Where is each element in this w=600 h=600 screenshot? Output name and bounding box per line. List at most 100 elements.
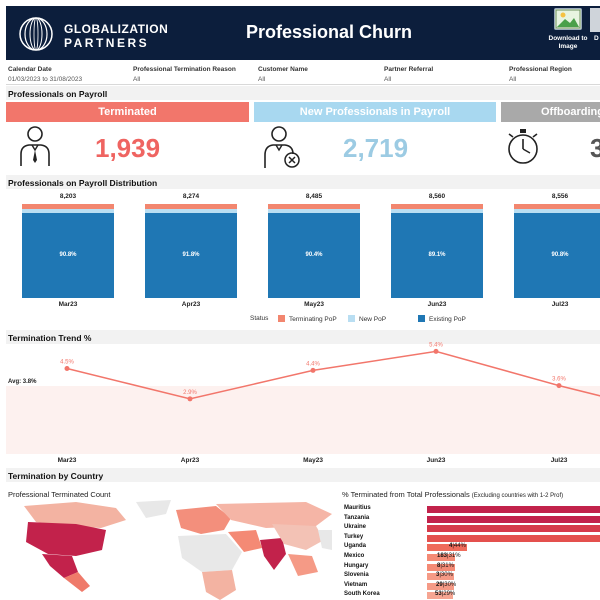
rank-country-name: Ukraine [344,524,367,531]
filter-customer-name[interactable]: Customer Name All [258,66,308,83]
rank-country-name: Mexico [344,553,365,559]
kpi-offboarding-band: Offboarding [501,102,600,122]
filter-professional-region[interactable]: Professional Region All [509,66,572,83]
filter-label: Partner Referral [384,66,434,73]
download-image-label[interactable]: Download to Image [548,35,588,51]
bar-total-label: 8,560 [428,193,446,200]
trend-data-label: 5.4% [429,342,443,348]
dashboard-root: GLOBALIZATION PARTNERS Professional Chur… [0,0,600,600]
bar-data-label: 90.8% [551,252,569,258]
kpi-offboarding-value: 3 [590,133,600,163]
filter-value[interactable]: All [133,76,236,83]
rank-country-name: South Korea [344,591,380,598]
brand-name-line1: GLOBALIZATION [64,22,169,36]
image-icon [555,9,581,29]
legend-title: Status [250,315,269,322]
legend-item-terminating[interactable]: Terminating PoP [278,315,337,323]
legend-label: New PoP [359,316,387,323]
employee-icon [20,126,50,166]
bar-category-label: Jun23 [427,301,447,308]
world-map[interactable] [6,500,336,600]
bar-category-label: Apr23 [181,301,201,308]
bar-category-label: Jul23 [551,301,569,308]
bar-total-label: 8,274 [182,193,200,200]
bar-data-label: 91.8% [182,252,200,258]
trend-data-label: 4.5% [60,360,74,366]
trend-point[interactable] [310,367,316,373]
rank-bar[interactable] [427,506,600,513]
trend-series-line[interactable] [66,350,600,400]
trend-category-label: Mar23 [57,457,77,464]
download-image-button[interactable] [554,8,582,30]
header-bar: GLOBALIZATION PARTNERS Professional Chur… [6,6,600,60]
page-title: Professional Churn [246,22,413,42]
filter-value[interactable]: All [258,76,308,83]
bar-data-label: 90.4% [305,252,323,258]
section-title-country: Termination by Country [8,471,104,481]
stopwatch-icon [508,129,538,164]
rank-title-text: % Terminated from Total Professionals [342,490,470,499]
filter-calendar-date[interactable]: Calendar Date 01/03/2023 to 31/08/2023 [8,66,82,83]
bar-total-label: 8,485 [305,193,323,200]
legend-item-existing[interactable]: Existing PoP [418,315,466,323]
rank-bar[interactable] [427,515,600,523]
divider [6,84,600,85]
filter-partner-referral[interactable]: Partner Referral All [384,66,433,83]
rank-value-label: 3|30% [436,572,453,579]
download-data-label[interactable]: D [594,35,599,42]
trend-point[interactable] [187,396,193,402]
kpi-terminated-band: Terminated [6,102,249,122]
bar-data-label: 90.8% [59,252,77,258]
rank-country-name: Slovenia [344,572,369,579]
filter-value[interactable]: 01/03/2023 to 31/08/2023 [8,76,82,83]
rank-value-label: 8|31% [437,562,454,569]
trend-point[interactable] [433,348,439,354]
bar-total-label: 8,203 [59,193,77,200]
brand-name-line2: PARTNERS [64,36,150,50]
kpi-new-professionals-value: 2,719 [343,133,409,163]
legend-swatch [278,315,285,322]
rank-bar[interactable] [427,525,600,533]
rank-country-name: Tanzania [344,514,370,521]
legend-label: Existing PoP [429,316,466,323]
trend-data-label: 3.6% [552,377,566,383]
legend-swatch [418,315,425,322]
trend-category-label: Jul23 [550,457,568,464]
download-data-button[interactable] [590,8,600,32]
filter-value[interactable]: All [384,76,433,83]
trend-category-label: May23 [303,457,323,464]
bar-total-label: 8,556 [551,193,569,200]
kpi-new-professionals-band: New Professionals in Payroll [254,102,496,122]
terminated-employee-icon [264,126,300,168]
rank-bar[interactable] [427,534,600,542]
rank-country-name: Turkey [344,533,364,540]
bar-category-label: May23 [304,301,324,308]
rank-country-name: Vietnam [344,581,368,588]
legend-item-new[interactable]: New PoP [348,315,386,323]
legend-swatch [348,315,355,322]
rank-value-label: 29|30% [436,581,457,588]
rank-value-label: 4|44% [449,543,466,550]
kpi-terminated-value: 1,939 [95,133,161,163]
trend-data-label: 2.9% [183,390,197,396]
rank-value-label: 183|31% [437,553,461,559]
trend-category-label: Jun23 [426,457,446,464]
filter-label: Professional Region [509,66,572,73]
filter-value[interactable]: All [509,76,572,83]
bar-category-label: Mar23 [58,301,78,308]
map-title: Professional Terminated Count [8,490,111,499]
section-title-payroll: Professionals on Payroll [8,89,108,99]
filter-termination-reason[interactable]: Professional Termination Reason All [133,66,236,83]
section-title-distribution: Professionals on Payroll Distribution [8,178,158,188]
filter-label: Calendar Date [8,66,52,73]
termination-trend-chart: 4.5% 2.9% 4.4% 5.4% 3.6% [60,342,600,402]
trend-point[interactable] [556,383,562,389]
globe-logo-icon [19,17,53,51]
trend-point[interactable] [64,366,70,371]
filter-label: Professional Termination Reason [133,66,236,73]
rank-title: % Terminated from Total Professionals (E… [342,490,563,499]
rank-value-label: 53|29% [435,591,456,598]
rank-country-name: Uganda [344,543,367,550]
bar-data-label: 89.1% [428,252,446,258]
legend-label: Terminating PoP [289,316,337,323]
